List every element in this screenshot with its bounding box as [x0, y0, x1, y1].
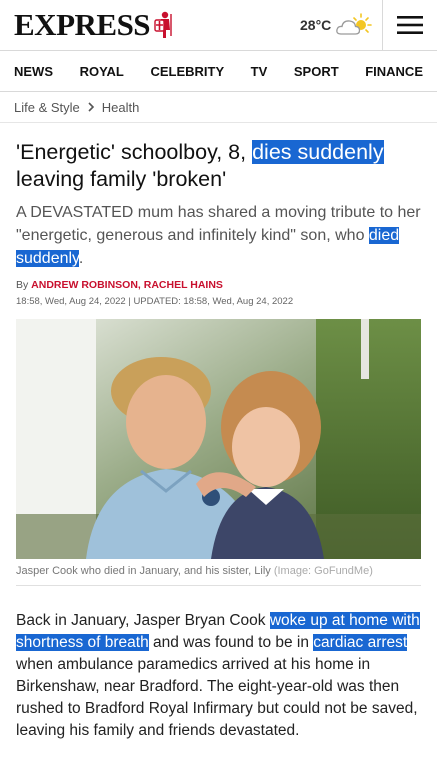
- nav-item-royal[interactable]: ROYAL: [80, 64, 124, 79]
- author-link-1[interactable]: ANDREW ROBINSON: [31, 279, 138, 291]
- headline: 'Energetic' schoolboy, 8, dies suddenly …: [16, 139, 421, 193]
- nav-item-sport[interactable]: SPORT: [294, 64, 339, 79]
- article: 'Energetic' schoolboy, 8, dies suddenly …: [0, 139, 437, 742]
- main-nav: NEWS ROYAL CELEBRITY TV SPORT FINANCE: [0, 51, 437, 92]
- express-logo[interactable]: EXPRESS: [14, 7, 175, 43]
- nav-item-celebrity[interactable]: CELEBRITY: [150, 64, 224, 79]
- breadcrumb-section[interactable]: Life & Style: [14, 100, 80, 115]
- weather-widget[interactable]: 28°C: [300, 12, 373, 38]
- image-credit: (Image: GoFundMe): [270, 565, 373, 577]
- logo-text: EXPRESS: [14, 7, 151, 42]
- nav-item-news[interactable]: NEWS: [14, 64, 53, 79]
- standfirst: A DEVASTATED mum has shared a moving tri…: [16, 201, 421, 270]
- top-bar: EXPRESS 28°C: [0, 0, 437, 51]
- byline-prefix: By: [16, 279, 32, 291]
- author-link-2[interactable]: RACHEL HAINS: [144, 279, 223, 291]
- hamburger-menu-icon: [397, 16, 423, 34]
- published-date: 18:58, Wed, Aug 24, 2022: [16, 296, 126, 307]
- crusader-icon: [154, 11, 172, 38]
- article-photo[interactable]: [16, 319, 421, 559]
- standfirst-text: A DEVASTATED mum has shared a moving tri…: [16, 204, 421, 244]
- updated-date: 18:58, Wed, Aug 24, 2022: [183, 296, 294, 307]
- partly-cloudy-icon: [336, 13, 373, 35]
- temperature: 28°C: [300, 17, 332, 33]
- body-text-2: and was found to be in: [148, 634, 314, 651]
- chevron-right-icon: [88, 102, 94, 112]
- updated-label: | UPDATED:: [125, 296, 184, 307]
- breadcrumb: Life & Style Health: [0, 92, 437, 123]
- byline: By ANDREW ROBINSON, RACHEL HAINS: [16, 279, 421, 291]
- nav-item-finance[interactable]: FINANCE: [365, 64, 423, 79]
- headline-highlight: dies suddenly: [252, 140, 384, 164]
- body-text-1: Back in January, Jasper Bryan Cook: [16, 612, 270, 629]
- standfirst-end: .: [78, 250, 84, 267]
- breadcrumb-subsection[interactable]: Health: [102, 100, 140, 115]
- headline-text-end: leaving family 'broken': [16, 167, 227, 191]
- body-text-3: when ambulance paramedics arrived at his…: [16, 656, 418, 739]
- nav-item-tv[interactable]: TV: [251, 64, 268, 79]
- article-body: Back in January, Jasper Bryan Cook woke …: [16, 610, 421, 742]
- menu-button[interactable]: [382, 0, 437, 50]
- image-caption: Jasper Cook who died in January, and his…: [16, 565, 421, 586]
- headline-text: 'Energetic' schoolboy, 8,: [16, 140, 253, 164]
- body-highlight-2: cardiac arrest: [313, 634, 408, 651]
- caption-text: Jasper Cook who died in January, and his…: [16, 565, 271, 577]
- dateline: 18:58, Wed, Aug 24, 2022 | UPDATED: 18:5…: [16, 296, 421, 307]
